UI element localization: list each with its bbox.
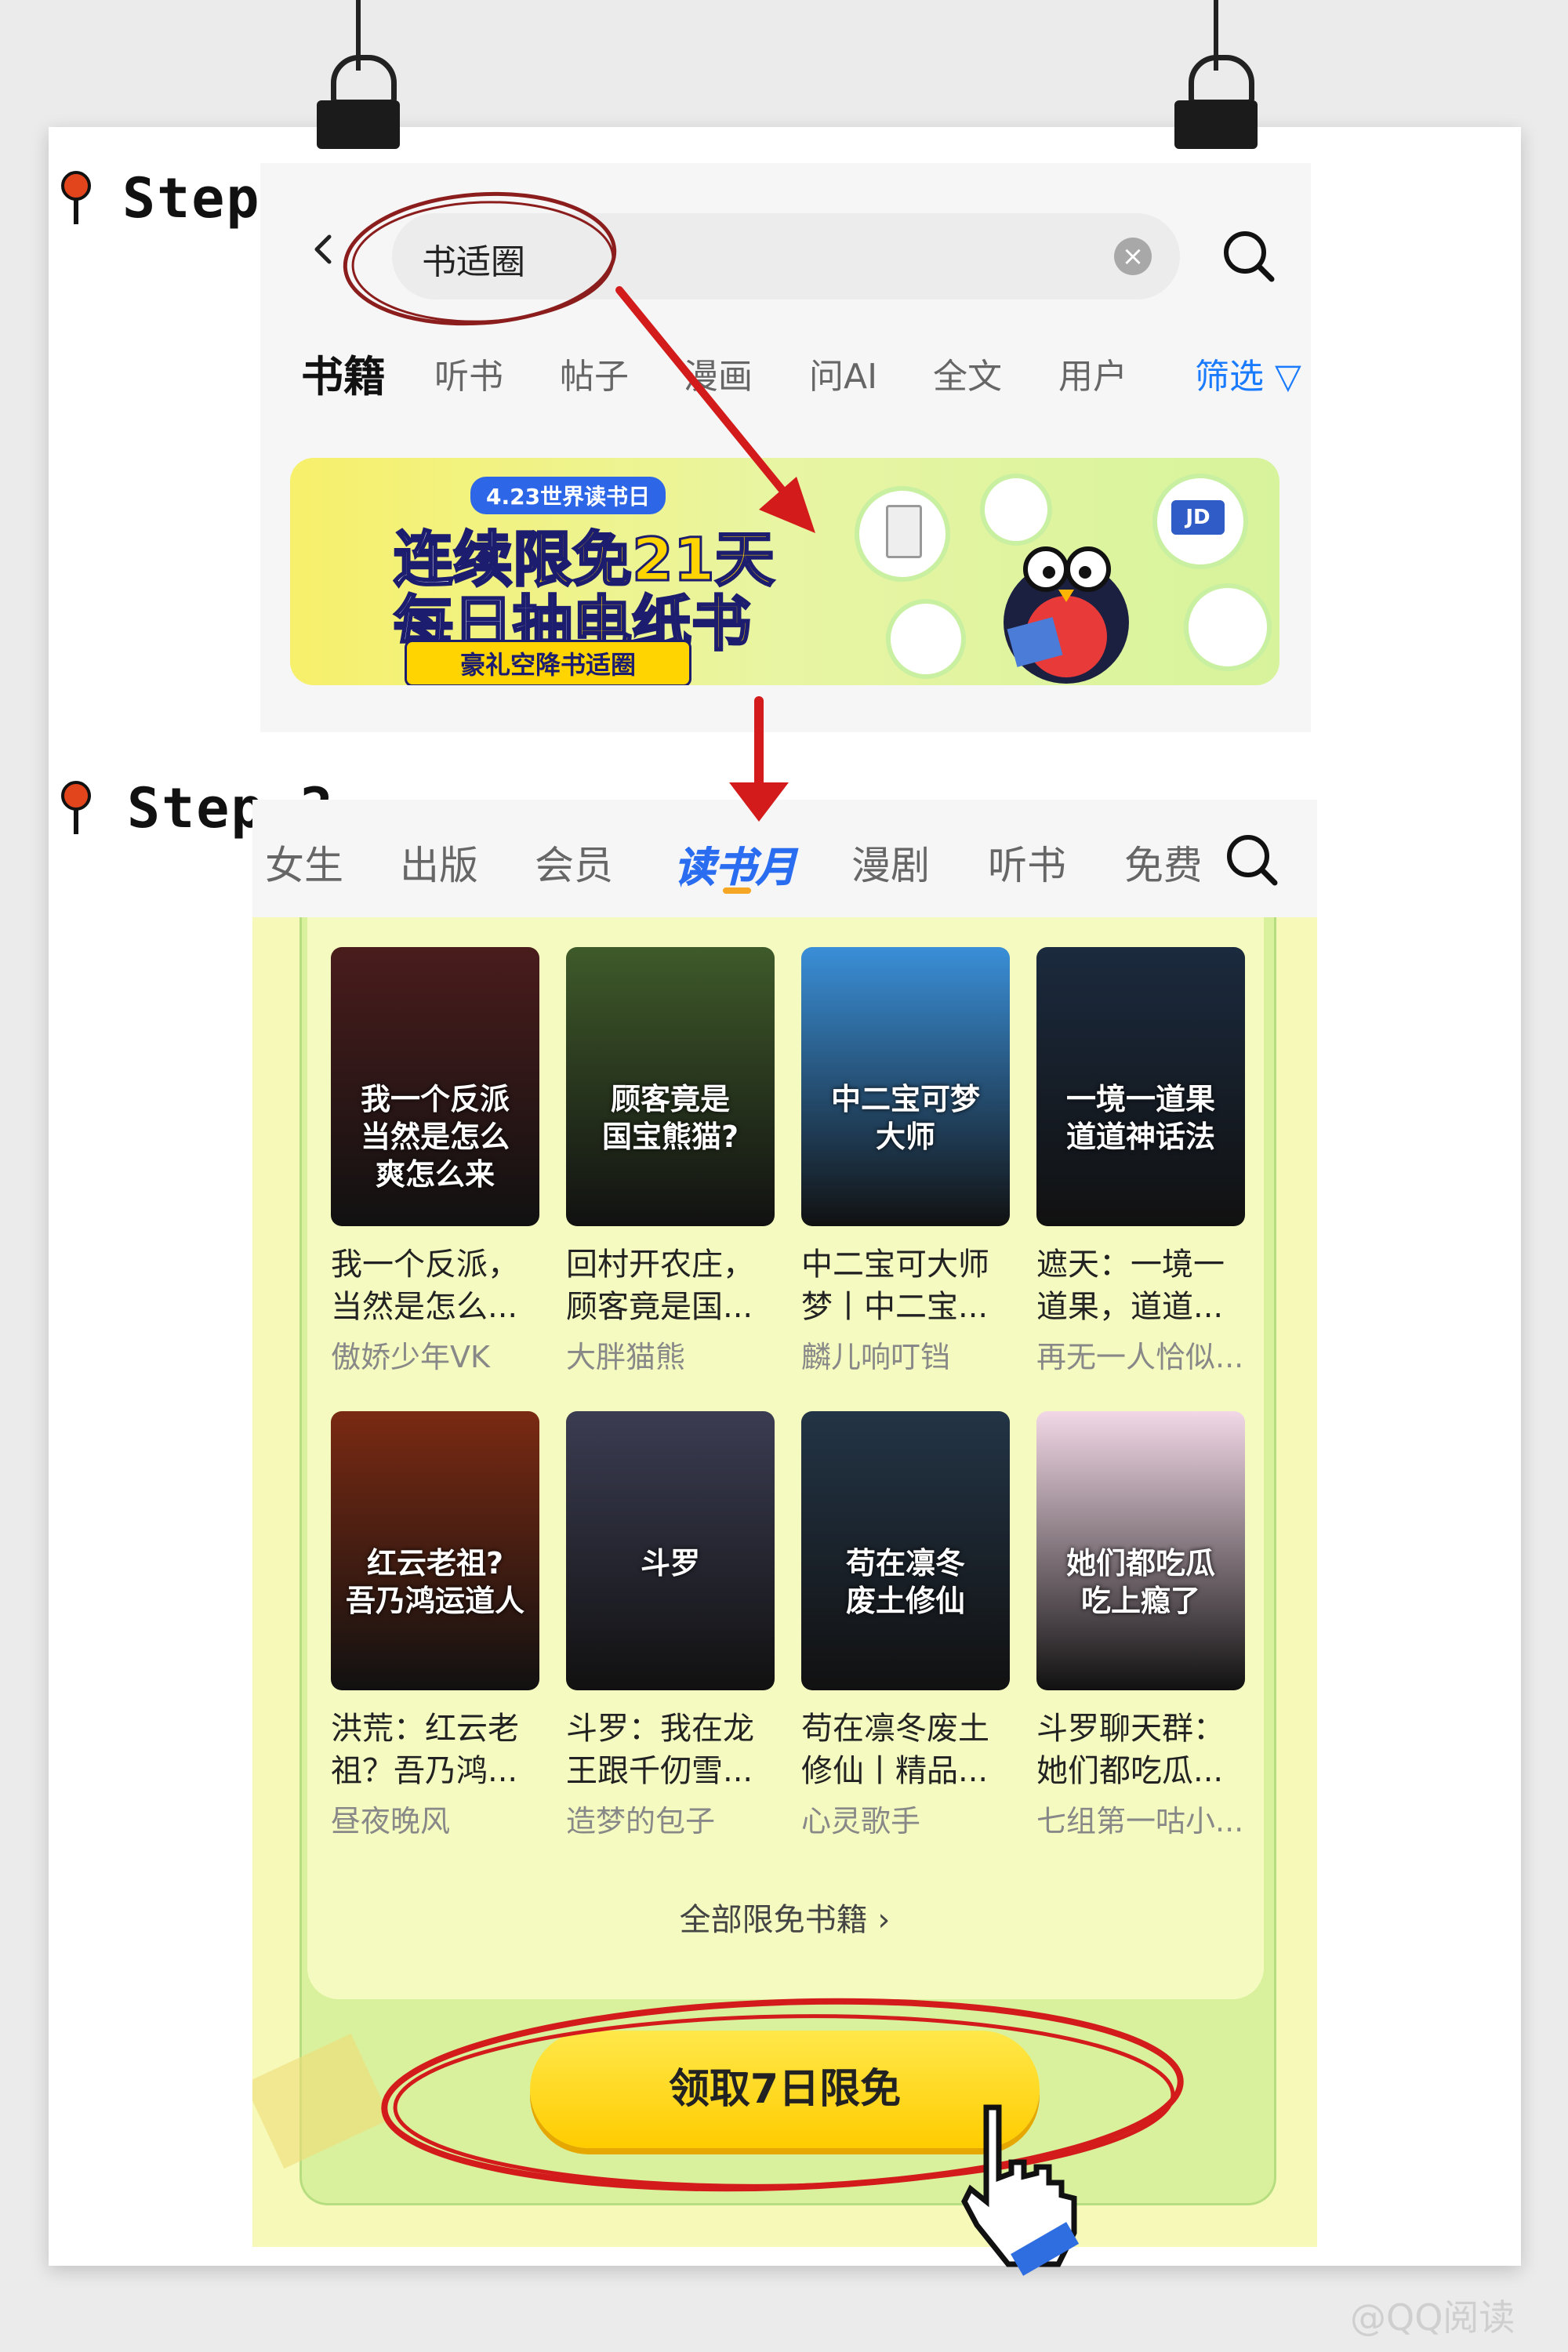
- book-author: 七组第一咕小...: [1036, 1804, 1244, 1838]
- clear-icon[interactable]: ×: [1114, 238, 1152, 275]
- search-icon[interactable]: [1223, 831, 1279, 887]
- promo-banner[interactable]: 4.23世界读书日 连续限免21天 每日抽电纸书 豪礼空降书适圈 JD: [290, 458, 1279, 685]
- book-title: 中二宝可大师梦丨中二宝...: [801, 1247, 989, 1325]
- search-icon[interactable]: [1220, 227, 1276, 284]
- chevron-left-icon[interactable]: [307, 234, 339, 265]
- channel-tabs: 女生 出版 会员 读书月 漫剧 听书 免费: [252, 800, 1317, 917]
- penguin-mascot-icon: [1004, 546, 1129, 684]
- tab-audiobooks[interactable]: 听书: [434, 348, 503, 398]
- tab-member[interactable]: 会员: [535, 834, 613, 891]
- tab-short-drama[interactable]: 漫剧: [851, 834, 930, 891]
- tab-posts[interactable]: 帖子: [560, 348, 629, 398]
- tab-comics[interactable]: 漫画: [684, 348, 753, 398]
- tab-free[interactable]: 免费: [1124, 834, 1200, 891]
- search-screen: 书适圈 × 书籍 听书 帖子 漫画 问AI 全文 用户 筛选 ▽ 4.23世界读…: [260, 163, 1311, 732]
- book-cover[interactable]: 红云老祖? 吾乃鸿运道人: [331, 1411, 539, 1690]
- cover-title: 她们都吃瓜 吃上瘾了: [1065, 1546, 1215, 1618]
- book-item[interactable]: 中二宝可梦 大师中二宝可大师梦丨中二宝... 麟儿响叮铛: [801, 947, 1010, 1376]
- book-cover[interactable]: 我一个反派 当然是怎么 爽怎么来: [331, 947, 539, 1226]
- all-free-books-link[interactable]: 全部限免书籍 ›: [252, 1894, 1317, 1940]
- search-input[interactable]: 书适圈 ×: [392, 213, 1180, 299]
- book-title: 遮天：一境一道果，道道...: [1036, 1247, 1225, 1325]
- book-title: 回村开农庄，顾客竟是国...: [566, 1247, 754, 1325]
- binder-clip-left: [307, 0, 409, 157]
- result-tabs: 书籍 听书 帖子 漫画 问AI 全文 用户 筛选 ▽: [301, 348, 1301, 411]
- tab-female[interactable]: 女生: [265, 834, 343, 891]
- cover-title: 我一个反派 当然是怎么 爽怎么来: [360, 1082, 510, 1192]
- claim-7day-free-button[interactable]: 领取7日限免: [530, 2031, 1040, 2148]
- book-item[interactable]: 顾客竟是 国宝熊猫? 回村开农庄，顾客竟是国... 大胖猫熊: [566, 947, 775, 1376]
- book-item[interactable]: 她们都吃瓜 吃上瘾了斗罗聊天群：她们都吃瓜... 七组第一咕小...: [1036, 1411, 1245, 1840]
- book-item[interactable]: 我一个反派 当然是怎么 爽怎么来我一个反派，当然是怎么... 傲娇少年VK: [331, 947, 539, 1376]
- book-cover[interactable]: 她们都吃瓜 吃上瘾了: [1036, 1411, 1245, 1690]
- ereader-icon: [855, 486, 950, 582]
- book-author: 昼夜晚风: [331, 1804, 451, 1838]
- filter-icon: ▽: [1275, 357, 1301, 397]
- banner-badge: 4.23世界读书日: [470, 477, 666, 514]
- search-input-value: 书适圈: [422, 242, 525, 282]
- book-author: 再无一人恰似...: [1036, 1340, 1244, 1374]
- cover-title: 中二宝可梦 大师: [830, 1082, 980, 1154]
- cover-title: 苟在凛冬 废土修仙: [845, 1546, 965, 1618]
- cover-title: 斗罗: [640, 1546, 700, 1581]
- mascot-sticker-icon: [1184, 583, 1272, 671]
- cover-title: 一境一道果 道道神话法: [1065, 1082, 1215, 1154]
- book-author: 麟儿响叮铛: [801, 1340, 951, 1374]
- banner-subtitle: 豪礼空降书适圈: [405, 640, 691, 685]
- tab-ask-ai[interactable]: 问AI: [809, 348, 877, 398]
- book-cover[interactable]: 中二宝可梦 大师: [801, 947, 1010, 1226]
- book-title: 斗罗聊天群：她们都吃瓜...: [1036, 1711, 1225, 1789]
- tab-audiobooks[interactable]: 听书: [988, 834, 1066, 891]
- cover-title: 顾客竟是 国宝熊猫?: [601, 1082, 739, 1154]
- reading-month-screen: 女生 出版 会员 读书月 漫剧 听书 免费 我一个反派 当然是怎么 爽怎么来 我一…: [252, 800, 1317, 2247]
- book-author: 傲娇少年VK: [331, 1340, 490, 1374]
- tab-underline: [723, 887, 751, 894]
- book-title: 我一个反派，当然是怎么...: [331, 1247, 519, 1325]
- tab-reading-month[interactable]: 读书月: [673, 834, 797, 893]
- book-title: 苟在凛冬废土修仙丨精品...: [801, 1711, 989, 1789]
- cover-title: 红云老祖? 吾乃鸿运道人: [345, 1546, 524, 1618]
- book-author: 心灵歌手: [801, 1804, 921, 1838]
- mascot-sticker-icon: [886, 599, 966, 679]
- book-item[interactable]: 苟在凛冬 废土修仙苟在凛冬废土修仙丨精品... 心灵歌手: [801, 1411, 1010, 1840]
- pin-icon: [61, 171, 91, 226]
- book-cover[interactable]: 苟在凛冬 废土修仙: [801, 1411, 1010, 1690]
- tab-fulltext[interactable]: 全文: [933, 348, 1002, 398]
- book-cover[interactable]: 斗罗: [566, 1411, 775, 1690]
- book-item[interactable]: 斗罗斗罗：我在龙王跟千仞雪... 造梦的包子: [566, 1411, 775, 1840]
- card-icon: JD: [1152, 474, 1248, 569]
- book-author: 造梦的包子: [566, 1804, 716, 1838]
- tab-books[interactable]: 书籍: [301, 342, 386, 404]
- book-cover[interactable]: 一境一道果 道道神话法: [1036, 947, 1245, 1226]
- binder-clip-right: [1165, 0, 1267, 157]
- book-item[interactable]: 红云老祖? 吾乃鸿运道人洪荒：红云老祖？吾乃鸿... 昼夜晚风: [331, 1411, 539, 1840]
- filter-label: 筛选: [1195, 357, 1264, 397]
- book-author: 大胖猫熊: [566, 1340, 686, 1374]
- book-cover[interactable]: 顾客竟是 国宝熊猫?: [566, 947, 775, 1226]
- tab-users[interactable]: 用户: [1058, 348, 1127, 398]
- pin-icon: [61, 781, 91, 836]
- book-title: 斗罗：我在龙王跟千仞雪...: [566, 1711, 754, 1789]
- book-item[interactable]: 一境一道果 道道神话法遮天：一境一道果，道道... 再无一人恰似...: [1036, 947, 1245, 1376]
- filter-button[interactable]: 筛选 ▽: [1195, 348, 1301, 398]
- tab-publish[interactable]: 出版: [400, 834, 478, 891]
- watermark: @QQ阅读: [1350, 2296, 1515, 2339]
- book-title: 洪荒：红云老祖？吾乃鸿...: [331, 1711, 519, 1789]
